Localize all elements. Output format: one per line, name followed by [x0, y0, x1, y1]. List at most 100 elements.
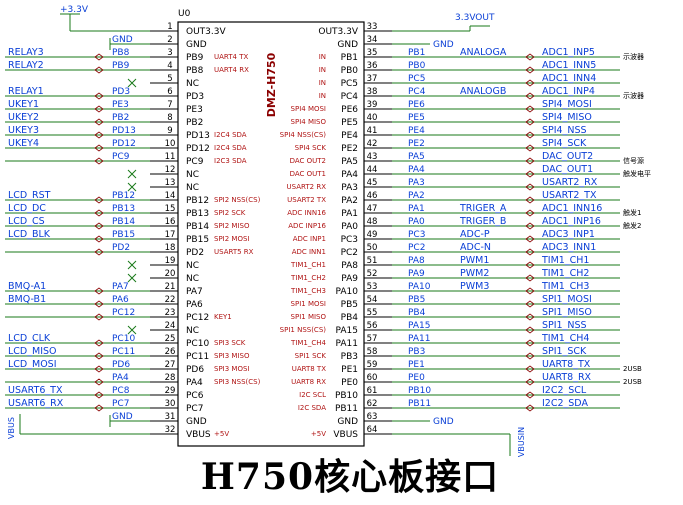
left-pin-number: 13: [165, 178, 176, 188]
left-pin-number: 12: [165, 165, 176, 175]
left-pin-number: 23: [165, 308, 176, 318]
inner-right-pin-name: PA2: [341, 196, 358, 206]
right-net-label: ADC1_INN16: [542, 203, 602, 214]
right-port-label: PB3: [408, 347, 425, 357]
right-pin-number: 57: [367, 334, 378, 344]
inner-right-pin-name: PB3: [341, 352, 358, 362]
schematic-canvas: U0 DMZ-H750 1 OUT3.3V +3.3V 2 GND GND 3 PB9 UART4 …: [0, 0, 683, 505]
inner-right-pin-name: PB4: [341, 313, 359, 323]
right-note: 2USB: [623, 378, 642, 386]
right-port-label: PA8: [408, 256, 425, 266]
right-pin-number: 58: [367, 347, 378, 357]
left-pin-number: 20: [165, 269, 176, 279]
right-port-label: PB10: [408, 386, 431, 396]
no-connect-mark: [127, 182, 137, 192]
left-pin-number: 29: [165, 386, 176, 396]
inner-right-pin-name: OUT3.3V: [318, 27, 358, 37]
inner-left-func: I2C3 SDA: [214, 157, 247, 165]
left-port-label: PB15: [112, 230, 135, 240]
left-port-label: PE3: [112, 100, 129, 110]
inner-left-pin-name: PB12: [186, 196, 209, 206]
right-pin-number: 54: [367, 295, 378, 305]
inner-right-func: SPI1 MISO: [291, 313, 327, 321]
inner-right-func: TIM1_CH1: [290, 261, 326, 269]
inner-left-func: SPI3 NSS(CS): [214, 378, 261, 386]
inner-left-pin-name: PB2: [186, 118, 203, 128]
right-port-label: PE4: [408, 126, 425, 136]
inner-right-func: SPI4 NSS(CS): [280, 131, 327, 139]
left-pin-number: 2: [167, 35, 172, 45]
left-port-label: PB14: [112, 217, 135, 227]
no-connect-mark: [127, 78, 137, 88]
right-pin-number: 62: [367, 399, 378, 409]
left-pin-number: 24: [165, 321, 176, 331]
right-note: 示波器: [623, 52, 644, 61]
right-pin-number: 44: [367, 165, 378, 175]
right-signal-label: ADC-N: [460, 242, 491, 253]
left-pin-number: 10: [165, 139, 176, 149]
right-gnd-label: GND: [433, 40, 454, 50]
right-signal-label: ADC-P: [460, 229, 490, 240]
right-note: 触发2: [623, 221, 641, 230]
right-signal-label: ANALOGB: [460, 86, 506, 97]
inner-left-pin-name: PA6: [186, 300, 203, 310]
right-port-label: PA10: [408, 282, 431, 292]
right-net-label: TIM1_CH4: [541, 333, 589, 344]
right-net-label: ADC1_INN4: [542, 73, 596, 84]
right-net-label: SPI1_SCK: [542, 346, 587, 357]
inner-right-pin-name: PA8: [341, 261, 358, 271]
inner-right-pin-name: PB10: [335, 391, 358, 401]
inner-right-pin-name: PB11: [335, 404, 358, 414]
inner-left-pin-name: NC: [186, 274, 199, 284]
inner-left-pin-name: GND: [186, 417, 207, 427]
right-net-label: DAC_OUT1: [542, 164, 593, 175]
left-net-label: LCD_MISO: [8, 346, 57, 357]
inner-left-pin-name: NC: [186, 170, 199, 180]
no-connect-mark: [127, 260, 137, 270]
inner-right-func: TIM1_CH3: [290, 287, 326, 295]
left-pin-number: 18: [165, 243, 176, 253]
left-pin-number: 8: [167, 113, 172, 123]
left-net-label: USART6_RX: [8, 398, 64, 409]
right-signal-label: PWM3: [460, 281, 489, 292]
inner-right-func: USART2 TX: [287, 196, 326, 204]
left-port-label: PA4: [112, 373, 129, 383]
left-pin-number: 16: [165, 217, 176, 227]
right-note: 2USB: [623, 365, 642, 373]
component-part-name: DMZ-H750: [265, 52, 278, 117]
inner-right-pin-name: PA9: [341, 274, 358, 284]
left-pin-number: 21: [165, 282, 176, 292]
left-pin-number: 9: [167, 126, 172, 136]
right-pin-number: 45: [367, 178, 378, 188]
left-port-label: PB13: [112, 204, 135, 214]
right-port-label: PA11: [408, 334, 430, 344]
right-pin-number: 64: [367, 425, 378, 435]
inner-right-pin-name: PC2: [341, 248, 358, 258]
right-signal-label: PWM1: [460, 255, 489, 266]
inner-right-pin-name: VBUS: [333, 430, 358, 440]
left-net-label: LCD_BLK: [8, 229, 51, 240]
right-net-label: ADC1_INN5: [542, 60, 596, 71]
inner-right-func: SPI1 MOSI: [291, 300, 326, 308]
right-port-label: PA0: [408, 217, 425, 227]
left-port-label: PD12: [112, 139, 136, 149]
right-net-label: SPI1_MOSI: [542, 294, 592, 305]
inner-left-func: SPI3 SCK: [214, 339, 246, 347]
left-pin-number: 19: [165, 256, 176, 266]
right-pin-number: 48: [367, 217, 378, 227]
right-net-label: I2C2_SCL: [542, 385, 587, 396]
inner-left-pin-name: PB15: [186, 235, 209, 245]
right-gnd-label: GND: [433, 417, 454, 427]
inner-left-pin-name: NC: [186, 183, 199, 193]
left-port-label: PC7: [112, 399, 129, 409]
inner-right-func: IN: [319, 66, 326, 74]
right-pin-number: 34: [367, 35, 378, 45]
right-port-label: PE2: [408, 139, 425, 149]
right-pin-number: 60: [367, 373, 378, 383]
right-port-label: PA15: [408, 321, 430, 331]
inner-right-pin-name: PB5: [341, 300, 358, 310]
left-port-label: PB8: [112, 48, 130, 58]
right-net-label: ADC3_INN1: [542, 242, 596, 253]
inner-left-pin-name: PA7: [186, 287, 203, 297]
left-port-label: PD6: [112, 360, 130, 370]
